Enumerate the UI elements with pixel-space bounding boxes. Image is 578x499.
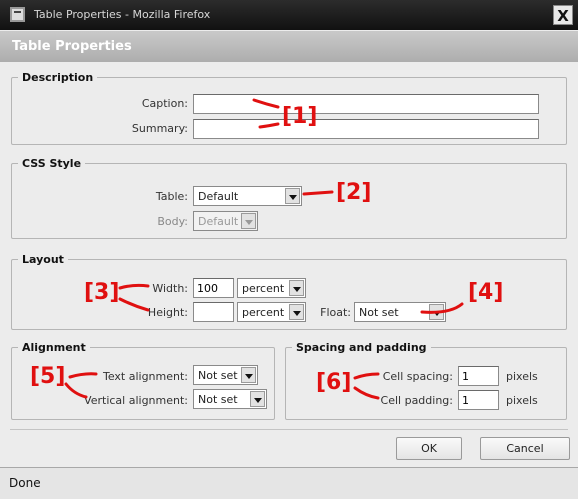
annotation-3-arrow-width [118, 283, 150, 290]
annotation-2-arrow [302, 190, 334, 196]
annotation-marks [64, 98, 464, 400]
annotation-1-arrow-summary [258, 122, 280, 129]
annotation-5: [5] [30, 364, 66, 389]
annotation-1: [1] [282, 104, 318, 129]
annotation-6: [6] [316, 370, 352, 395]
annotation-5-arrow-vertical [64, 382, 88, 399]
annotation-2: [2] [336, 180, 372, 205]
annotation-3: [3] [84, 280, 120, 305]
annotation-4: [4] [468, 280, 504, 305]
annotation-6-arrow-spacing [353, 372, 380, 380]
annotation-1-arrow-caption [252, 98, 280, 109]
annotation-5-arrow-text [68, 372, 98, 379]
annotation-4-arrow [420, 302, 464, 314]
annotation-3-arrow-height [118, 297, 150, 312]
annotation-6-arrow-padding [353, 386, 380, 400]
